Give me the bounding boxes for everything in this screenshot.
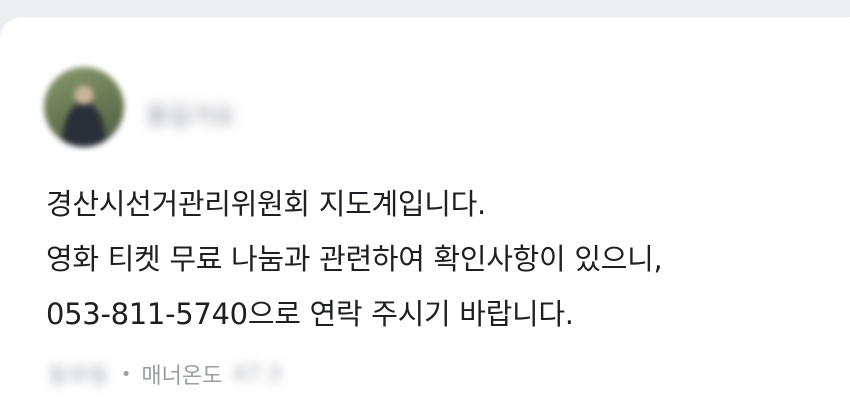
manner-temperature-value: 47.3 (232, 361, 282, 387)
meta-separator: • (120, 363, 132, 385)
manner-temperature-label: 매너온도 (141, 364, 223, 389)
comment-meta: 동부동 • 매너온도 47.3 (48, 357, 281, 391)
author-name[interactable]: 홍길가요 (146, 101, 234, 131)
message-line: 영화 티켓 무료 나눔과 관련하여 확인사항이 있으니, (46, 242, 663, 276)
avatar[interactable] (44, 67, 124, 147)
comment-message: 경산시선거관리위원회 지도계입니다. 영화 티켓 무료 나눔과 관련하여 확인사… (46, 177, 826, 342)
comment-card: 홍길가요 경산시선거관리위원회 지도계입니다. 영화 티켓 무료 나눔과 관련하… (0, 17, 850, 417)
message-line: 053-811-5740으로 연락 주시기 바랍니다. (46, 297, 574, 331)
message-line: 경산시선거관리위원회 지도계입니다. (46, 187, 486, 221)
author-location: 동부동 (48, 364, 109, 389)
